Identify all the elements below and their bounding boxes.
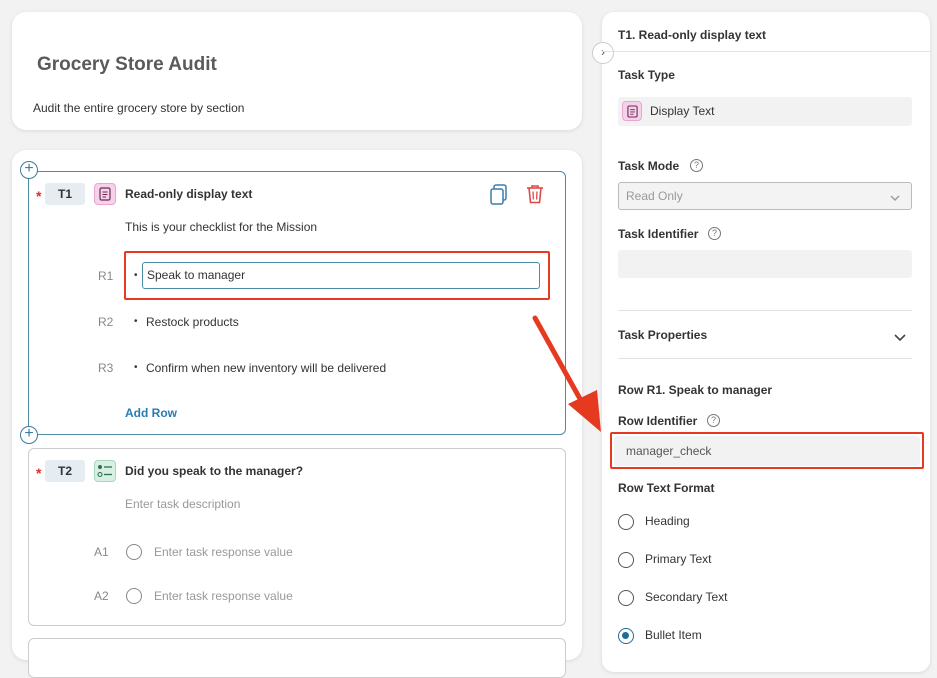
highlight-box <box>124 251 550 300</box>
task-identifier-input[interactable] <box>618 250 912 278</box>
divider <box>618 310 912 311</box>
task-description-placeholder[interactable]: Enter task description <box>125 497 240 511</box>
answer-placeholder[interactable]: Enter task response value <box>154 545 293 559</box>
row-identifier-label: Row Identifier <box>618 414 697 428</box>
document-icon <box>94 183 116 205</box>
answer-radio[interactable] <box>126 588 142 604</box>
format-radio-bullet[interactable] <box>618 628 634 644</box>
bullet-glyph: • <box>134 316 138 327</box>
task-identifier-label: Task Identifier <box>618 227 698 241</box>
chevron-down-icon <box>889 190 901 208</box>
divider <box>618 358 912 359</box>
add-task-plus-icon[interactable]: + <box>20 161 38 179</box>
collapse-panel-button[interactable]: › <box>592 42 614 64</box>
task-id-badge: T1 <box>45 183 85 205</box>
format-radio-heading[interactable] <box>618 514 634 530</box>
answer-label: A1 <box>94 545 109 559</box>
help-icon[interactable]: ? <box>690 159 703 172</box>
row-text[interactable]: Confirm when new inventory will be deliv… <box>146 361 386 375</box>
task-type-label: Task Type <box>618 68 675 82</box>
answer-radio[interactable] <box>126 544 142 560</box>
row-label: R2 <box>98 315 113 329</box>
row-section-title: Row R1. Speak to manager <box>618 383 772 397</box>
format-label[interactable]: Heading <box>645 514 690 528</box>
panel-header: T1. Read-only display text <box>618 28 766 42</box>
add-task-plus-icon[interactable]: + <box>20 426 38 444</box>
survey-description[interactable]: Audit the entire grocery store by sectio… <box>33 101 244 115</box>
task-type-value: Display Text <box>650 104 714 118</box>
task-card-t3[interactable] <box>28 638 566 678</box>
delete-icon[interactable] <box>526 184 544 209</box>
format-label[interactable]: Bullet Item <box>645 628 702 642</box>
row-label: R3 <box>98 361 113 375</box>
answer-placeholder[interactable]: Enter task response value <box>154 589 293 603</box>
divider <box>602 51 930 52</box>
row-text[interactable]: Restock products <box>146 315 239 329</box>
required-marker: * <box>36 188 41 204</box>
format-radio-secondary[interactable] <box>618 590 634 606</box>
required-marker: * <box>36 465 41 481</box>
row-text-format-label: Row Text Format <box>618 481 714 495</box>
help-icon[interactable]: ? <box>707 414 720 427</box>
row-label: R1 <box>98 269 113 283</box>
task-mode-label: Task Mode <box>618 159 679 173</box>
task-title[interactable]: Did you speak to the manager? <box>125 464 303 478</box>
choice-list-icon <box>94 460 116 482</box>
help-icon[interactable]: ? <box>708 227 721 240</box>
survey-title[interactable]: Grocery Store Audit <box>37 54 217 76</box>
task-properties-toggle[interactable]: Task Properties <box>618 328 707 342</box>
answer-label: A2 <box>94 589 109 603</box>
chevron-down-icon[interactable] <box>893 330 907 348</box>
bullet-glyph: • <box>134 362 138 373</box>
task-id-badge: T2 <box>45 460 85 482</box>
task-description[interactable]: This is your checklist for the Mission <box>125 220 317 234</box>
task-card-t1[interactable] <box>28 171 566 435</box>
task-mode-value: Read Only <box>626 189 683 203</box>
task-title[interactable]: Read-only display text <box>125 187 252 201</box>
copy-icon[interactable] <box>489 184 509 211</box>
highlight-box <box>610 432 924 469</box>
format-label[interactable]: Primary Text <box>645 552 711 566</box>
format-radio-primary[interactable] <box>618 552 634 568</box>
survey-header-card: Grocery Store Audit Audit the entire gro… <box>12 12 582 130</box>
document-icon <box>622 101 642 121</box>
format-label[interactable]: Secondary Text <box>645 590 728 604</box>
add-row-button[interactable]: Add Row <box>125 406 177 420</box>
